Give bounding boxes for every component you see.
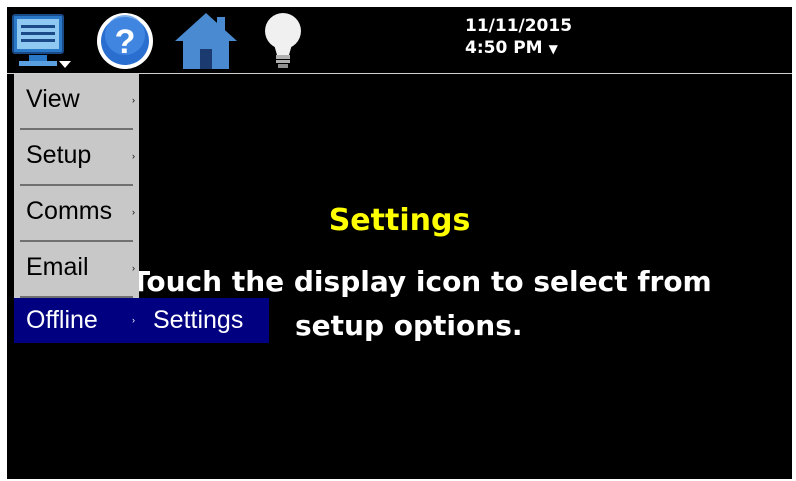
help-question-icon[interactable]: ? [93,11,157,71]
date-text: 11/11/2015 [465,16,573,36]
menu-item-label: Offline [26,306,98,334]
main-menu: View › Setup › Comms › Email › Offline › [14,74,139,343]
menu-item-label: View [26,85,80,113]
menu-item-setup[interactable]: Setup › [14,130,139,186]
date-time-display[interactable]: 11/11/2015 4:50 PM ▼ [465,15,572,60]
lightbulb-icon[interactable] [261,11,305,71]
chevron-down-icon[interactable]: ▼ [549,42,558,56]
chevron-right-icon: › [132,95,135,105]
menu-item-label: Email [26,253,89,281]
time-text: 4:50 PM [465,38,543,58]
menu-item-comms[interactable]: Comms › [14,186,139,242]
home-icon[interactable] [173,11,239,71]
chevron-right-icon: › [132,207,135,217]
menu-item-view[interactable]: View › [14,74,139,130]
menu-item-offline[interactable]: Offline › [14,298,139,343]
chevron-right-icon: › [132,151,135,161]
menu-item-email[interactable]: Email › [14,242,139,298]
menu-item-label: Comms [26,197,113,225]
submenu-item-settings[interactable]: Settings [139,298,269,343]
svg-text:?: ? [115,23,136,61]
chevron-right-icon: › [132,315,135,325]
submenu-item-label: Settings [153,306,244,334]
chevron-right-icon: › [132,263,135,273]
hmi-screen: ? 11/11/2015 4:50 PM ▼ Settings Touch the… [7,7,792,479]
instruction-line-1: Touch the display icon to select from [131,265,712,298]
menu-item-label: Setup [26,141,92,169]
display-monitor-icon[interactable] [11,11,73,71]
instruction-line-2: setup options. [295,309,523,342]
